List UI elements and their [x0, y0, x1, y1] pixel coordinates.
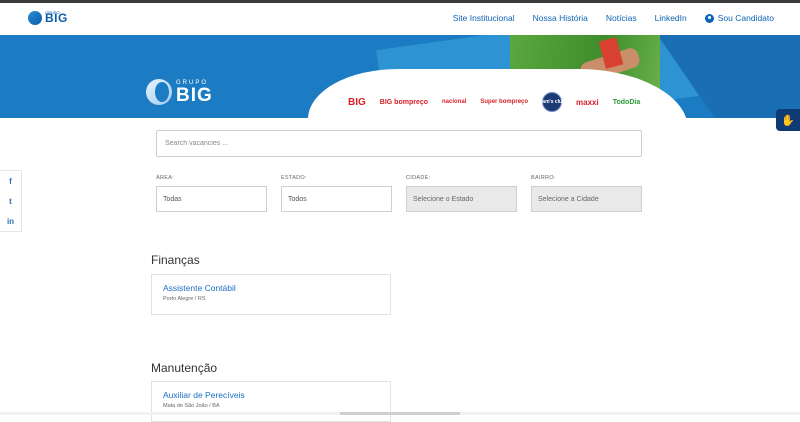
job-card[interactable]: Auxiliar de Perecíveis Mata de São João …	[151, 381, 391, 422]
job-card[interactable]: Assistente Contábil Porto Alegre / RS	[151, 274, 391, 315]
search-vacancies-input[interactable]	[156, 130, 642, 157]
nav-noticias[interactable]: Notícias	[606, 13, 637, 23]
facebook-icon[interactable]: f	[9, 177, 12, 186]
header-logo[interactable]: GRUPO BIG	[28, 10, 68, 25]
brand-big-bompreco-logo: BIG bompreço	[379, 98, 429, 106]
nav-linkedin[interactable]: LinkedIn	[655, 13, 687, 23]
brand-nacional-logo: nacional	[442, 99, 467, 105]
big-logo-mark-icon	[146, 79, 172, 105]
area-select[interactable]: Todas	[156, 186, 267, 212]
brand-super-bompreco-logo: Super bompreço	[480, 99, 529, 105]
filter-estado: ESTADO: Todos	[281, 175, 392, 212]
social-share-bar: f t in	[0, 170, 22, 232]
filter-cidade: CIDADE: Selecione o Estado	[406, 175, 517, 212]
user-icon	[704, 13, 714, 23]
accessibility-hands-button[interactable]: ✋	[776, 109, 800, 131]
brand-maxxi-logo: maxxi	[576, 97, 599, 107]
linkedin-icon[interactable]: in	[7, 217, 14, 226]
filter-cidade-label: CIDADE:	[406, 175, 431, 181]
twitter-icon[interactable]: t	[9, 197, 12, 206]
logo-mark-icon	[28, 11, 42, 25]
filter-bairro: BAIRRO: Selecione a Cidade	[531, 175, 642, 212]
bairro-select[interactable]: Selecione a Cidade	[531, 186, 642, 212]
nav-nossa-historia[interactable]: Nossa História	[533, 13, 588, 23]
cidade-select[interactable]: Selecione o Estado	[406, 186, 517, 212]
section-title-manutencao: Manutenção	[151, 361, 218, 375]
job-title-link[interactable]: Auxiliar de Perecíveis	[163, 390, 379, 400]
logo-pre-text: GRUPO	[45, 10, 60, 15]
section-title-financas: Finanças	[151, 253, 200, 267]
sou-candidato-link[interactable]: Sou Candidato	[704, 13, 774, 23]
brand-logos: BIG BIG bompreço nacional Super bompreço…	[348, 92, 640, 112]
filter-bairro-label: BAIRRO:	[531, 175, 556, 181]
filter-area: ÁREA: Todas	[156, 175, 267, 212]
sign-language-icon: ✋	[781, 114, 795, 127]
brand-tododia-logo: TodoDia	[612, 98, 641, 106]
nav-site-institucional[interactable]: Site Institucional	[453, 13, 515, 23]
brand-sams-club-logo: Sam's club	[539, 92, 565, 112]
logo-big-text: BIG	[176, 85, 213, 106]
job-location: Porto Alegre / RS	[163, 296, 206, 302]
grupo-big-logo: GRUPO BIG	[146, 79, 213, 105]
job-location: Mata de São João / BA	[163, 403, 220, 409]
job-title-link[interactable]: Assistente Contábil	[163, 283, 379, 293]
site-header: GRUPO BIG Site Institucional Nossa Histó…	[0, 3, 800, 35]
filter-estado-label: ESTADO:	[281, 175, 307, 181]
main-nav: Site Institucional Nossa História Notíci…	[453, 13, 774, 23]
brand-big-logo: BIG	[348, 96, 366, 108]
sou-candidato-label: Sou Candidato	[717, 13, 774, 23]
estado-select[interactable]: Todos	[281, 186, 392, 212]
filter-area-label: ÁREA:	[156, 175, 175, 181]
